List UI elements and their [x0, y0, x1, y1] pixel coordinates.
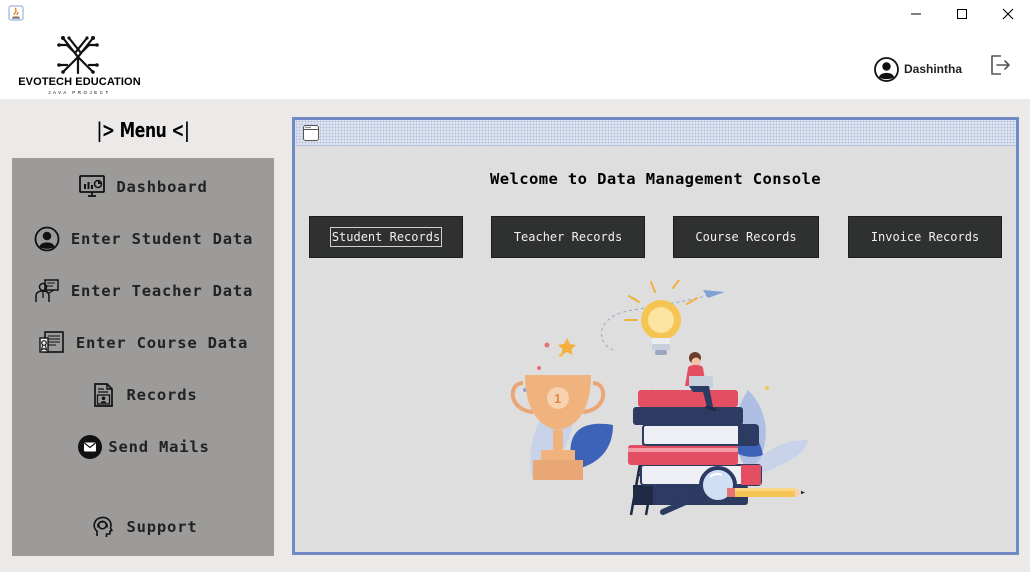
sidebar-menu: Dashboard Enter Student Data Enter Teach…	[12, 158, 274, 556]
logout-button[interactable]	[988, 53, 1012, 77]
brand-title: EVOTECH EDUCATION	[18, 76, 141, 88]
main-content: |> Menu <| Dashboard Enter Student Data …	[0, 99, 1030, 572]
sidebar-item-records[interactable]: Records	[12, 377, 274, 413]
close-button[interactable]	[985, 0, 1030, 28]
course-records-button[interactable]: Course Records	[673, 216, 819, 258]
brand-subtitle: JAVA PROJECT	[48, 90, 111, 95]
sidebar-item-label: Records	[126, 386, 198, 404]
sidebar-item-enter-teacher-data[interactable]: Enter Teacher Data	[12, 273, 274, 309]
sidebar-item-label: Enter Teacher Data	[70, 282, 254, 300]
app-header: EVOTECH EDUCATION JAVA PROJECT Dashintha	[0, 28, 1030, 99]
button-label: Course Records	[695, 230, 797, 244]
maximize-icon	[956, 5, 968, 24]
user-profile[interactable]: Dashintha	[874, 56, 962, 82]
internal-frame: Welcome to Data Management Console Stude…	[292, 117, 1019, 555]
user-avatar-icon	[874, 56, 899, 82]
console-heading: Welcome to Data Management Console	[490, 170, 821, 188]
java-app-icon	[8, 5, 24, 21]
education-books-illustration: 1	[503, 279, 823, 520]
sidebar-item-dashboard[interactable]: Dashboard	[12, 169, 274, 205]
mail-icon	[76, 433, 104, 461]
sidebar-item-label: Send Mails	[108, 438, 210, 456]
support-headset-icon	[89, 513, 117, 541]
lightbulb-icon	[624, 279, 698, 355]
sidebar-item-label: Enter Student Data	[70, 230, 254, 248]
brand-logo: EVOTECH EDUCATION JAVA PROJECT	[17, 32, 142, 96]
course-certificate-icon	[38, 329, 66, 357]
invoice-records-button[interactable]: Invoice Records	[848, 216, 1002, 258]
minimize-button[interactable]	[893, 0, 939, 28]
logout-icon	[988, 55, 1012, 81]
sidebar-item-label: Dashboard	[116, 178, 208, 196]
records-document-icon	[89, 381, 117, 409]
pencil-icon	[727, 488, 805, 497]
sidebar-item-label: Support	[126, 518, 198, 536]
dashboard-monitor-icon	[78, 173, 106, 201]
sidebar-item-enter-course-data[interactable]: Enter Course Data	[12, 325, 274, 361]
frame-titlebar[interactable]	[295, 120, 1016, 146]
button-label: Invoice Records	[870, 230, 980, 244]
teacher-records-button[interactable]: Teacher Records	[491, 216, 645, 258]
student-records-button[interactable]: Student Records	[309, 216, 463, 258]
sidebar-item-send-mails[interactable]: Send Mails	[12, 429, 274, 465]
sidebar-item-label: Enter Course Data	[75, 334, 249, 352]
student-user-icon	[33, 225, 61, 253]
frame-window-icon[interactable]	[303, 125, 319, 141]
maximize-button[interactable]	[939, 0, 985, 28]
button-label: Teacher Records	[513, 230, 623, 244]
minimize-icon	[910, 5, 922, 24]
user-name: Dashintha	[904, 62, 963, 76]
close-icon	[1002, 5, 1014, 24]
teacher-icon	[33, 277, 61, 305]
window-titlebar	[0, 0, 1030, 28]
menu-title: |> Menu <|	[96, 118, 190, 142]
button-label: Student Records	[329, 227, 443, 247]
sidebar-item-enter-student-data[interactable]: Enter Student Data	[12, 221, 274, 257]
sidebar-item-support[interactable]: Support	[12, 509, 274, 545]
svg-text:1: 1	[554, 391, 561, 406]
circuit-logo-icon	[53, 35, 103, 75]
